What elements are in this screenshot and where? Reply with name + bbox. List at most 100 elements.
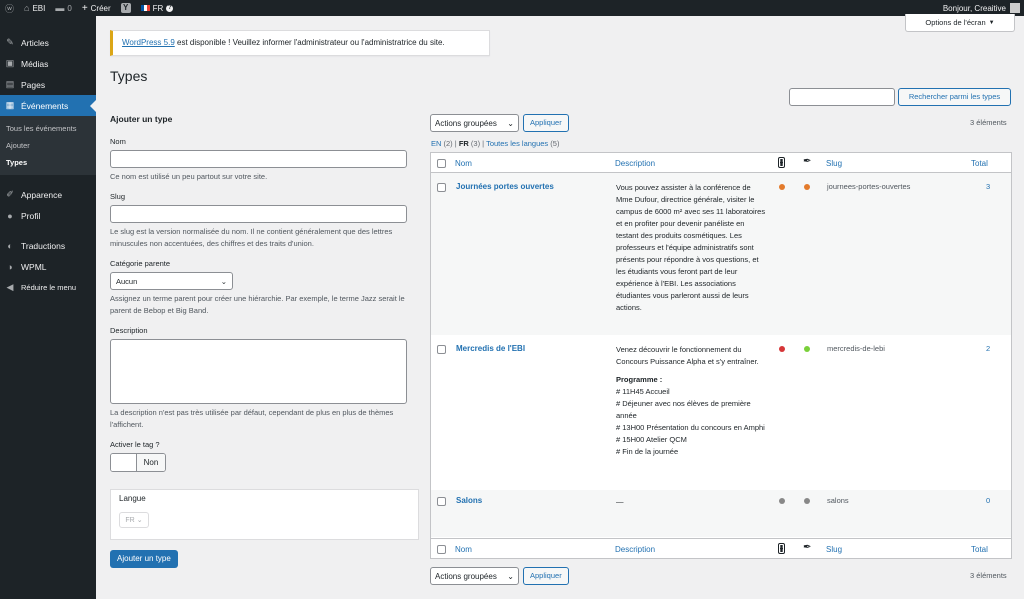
sidebar-item-apparence[interactable]: ✐ Apparence <box>0 184 96 205</box>
search-button[interactable]: Rechercher parmi les types <box>898 88 1011 106</box>
select-all-checkbox[interactable] <box>437 159 446 168</box>
slug-field[interactable] <box>110 205 407 223</box>
column-slug[interactable]: Slug <box>826 159 842 168</box>
new-content-link[interactable]: + Créer <box>77 0 116 16</box>
sidebar-item-pages[interactable]: ▤ Pages <box>0 74 96 95</box>
yoast-menu[interactable]: Y <box>116 0 136 16</box>
status-column-icon <box>778 157 785 168</box>
row-total[interactable]: 3 <box>986 182 990 191</box>
sidebar-item-label: Profil <box>21 210 41 221</box>
column-name[interactable]: Nom <box>455 545 472 554</box>
update-link[interactable]: WordPress 5.9 <box>122 38 175 47</box>
table-row: Salons — salons 0 <box>431 490 1011 537</box>
apply-button[interactable]: Appliquer <box>523 567 569 585</box>
chevron-down-icon: ⌄ <box>507 571 514 581</box>
translation-status-dot <box>804 184 810 190</box>
select-all-checkbox[interactable] <box>437 545 446 554</box>
description-help: La description n'est pas très utilisée p… <box>110 408 394 429</box>
bulk-action-select[interactable]: Actions groupées ⌄ <box>430 567 519 585</box>
sidebar-item-wpml[interactable]: ◑ WPML <box>0 256 96 277</box>
slug-description: Le slug est la version normalisée du nom… <box>110 227 393 248</box>
row-total[interactable]: 2 <box>986 344 990 353</box>
chevron-down-icon: ⌄ <box>507 118 514 128</box>
sidebar-collapse[interactable]: ◀ Réduire le menu <box>0 277 96 298</box>
program-line: # Fin de la journée <box>616 447 679 456</box>
column-slug[interactable]: Slug <box>826 545 842 554</box>
filter-all[interactable]: Toutes les langues <box>486 139 548 148</box>
row-checkbox[interactable] <box>437 497 446 506</box>
program-line: # 13H00 Présentation du concours en Amph… <box>616 423 765 432</box>
pin-icon: ✎ <box>6 37 14 47</box>
comments-link[interactable]: ▬ 0 <box>50 0 76 16</box>
wordpress-logo-button[interactable]: ⓦ <box>0 0 19 16</box>
parent-label: Catégorie parente <box>110 259 171 268</box>
column-description[interactable]: Description <box>615 159 655 168</box>
page-title: Types <box>110 68 148 84</box>
greeting: Bonjour, Creaitive <box>942 3 1006 13</box>
sidebar-item-label: Traductions <box>21 240 66 251</box>
caret-down-icon: ▼ <box>988 19 995 26</box>
submenu-add[interactable]: Ajouter <box>0 137 96 154</box>
submenu-types[interactable]: Types <box>0 154 96 171</box>
apply-button[interactable]: Appliquer <box>523 114 569 132</box>
language-switcher[interactable]: FR? <box>136 0 179 16</box>
language-label: FR <box>152 3 164 13</box>
translation-status-dot <box>804 498 810 504</box>
language-box: Langue FR ⌄ <box>110 489 419 540</box>
add-type-button[interactable]: Ajouter un type <box>110 550 178 568</box>
row-total[interactable]: 0 <box>986 496 990 505</box>
filter-en[interactable]: EN <box>431 139 441 148</box>
sidebar-item-traductions[interactable]: ◐ Traductions <box>0 235 96 256</box>
filter-fr[interactable]: FR <box>459 139 469 148</box>
comment-icon: ▬ <box>55 3 65 13</box>
row-checkbox[interactable] <box>437 345 446 354</box>
row-name[interactable]: Mercredis de l'EBI <box>456 344 525 353</box>
screen-options-button[interactable]: Options de l'écran ▼ <box>905 14 1015 32</box>
status-dot <box>779 346 785 352</box>
language-label: Langue <box>119 494 146 503</box>
items-count: 3 éléments <box>970 118 1007 127</box>
admin-bar: ⓦ ⌂ EBI ▬ 0 + Créer Y FR? Bonjour, Creaitiv… <box>0 0 1024 16</box>
account-menu[interactable]: Bonjour, Creaitive <box>943 3 1024 13</box>
program-line: # 15H00 Atelier QCM <box>616 435 687 444</box>
language-value: FR <box>125 516 135 524</box>
sidebar-item-label: Événements <box>21 100 69 111</box>
sidebar-item-label: Pages <box>21 79 46 90</box>
bulk-action-select[interactable]: Actions groupées ⌄ <box>430 114 519 132</box>
user-icon: ● <box>7 210 13 221</box>
new-label: Créer <box>90 3 111 13</box>
types-table: Nom Description ✒ Slug Total Journées po… <box>430 152 1012 559</box>
tag-toggle[interactable]: Non <box>110 453 166 472</box>
submenu-all-events[interactable]: Tous les événements <box>0 120 96 137</box>
sidebar-item-medias[interactable]: ▣ Médias <box>0 53 96 74</box>
admin-sidebar: ✎ Articles ▣ Médias ▤ Pages ▦ Événements Tou… <box>0 16 96 599</box>
site-name: EBI <box>32 3 46 13</box>
program-title: Programme : <box>616 375 663 384</box>
sidebar-item-profil[interactable]: ● Profil <box>0 205 96 226</box>
column-name[interactable]: Nom <box>455 159 472 168</box>
row-slug: salons <box>827 496 849 505</box>
pages-icon: ▤ <box>5 79 15 89</box>
table-row: Mercredis de l'EBI Venez découvrir le fo… <box>431 335 1011 490</box>
sidebar-item-evenements[interactable]: ▦ Événements <box>0 95 96 116</box>
sidebar-item-articles[interactable]: ✎ Articles <box>0 32 96 53</box>
filter-en-count: (2) <box>443 139 453 148</box>
row-name[interactable]: Salons <box>456 496 482 505</box>
site-name-link[interactable]: ⌂ EBI <box>19 0 50 16</box>
language-filter: EN (2) | FR (3) | Toutes les langues (5) <box>431 139 560 148</box>
bulk-actions-bottom: Actions groupées ⌄ Appliquer <box>430 567 569 585</box>
media-icon: ▣ <box>5 58 15 68</box>
row-checkbox[interactable] <box>437 183 446 192</box>
column-total[interactable]: Total <box>971 159 988 168</box>
search-input[interactable] <box>789 88 895 106</box>
yoast-icon: Y <box>120 3 131 13</box>
language-select[interactable]: FR ⌄ <box>119 512 149 528</box>
parent-description: Assignez un terme parent pour créer une … <box>110 294 405 315</box>
column-total[interactable]: Total <box>971 545 988 554</box>
parent-select[interactable]: Aucun ⌄ <box>110 272 233 290</box>
name-field[interactable] <box>110 150 407 168</box>
row-name[interactable]: Journées portes ouvertes <box>456 182 554 191</box>
events-submenu: Tous les événements Ajouter Types <box>0 116 96 175</box>
description-field[interactable] <box>110 339 407 404</box>
column-description[interactable]: Description <box>615 545 655 554</box>
